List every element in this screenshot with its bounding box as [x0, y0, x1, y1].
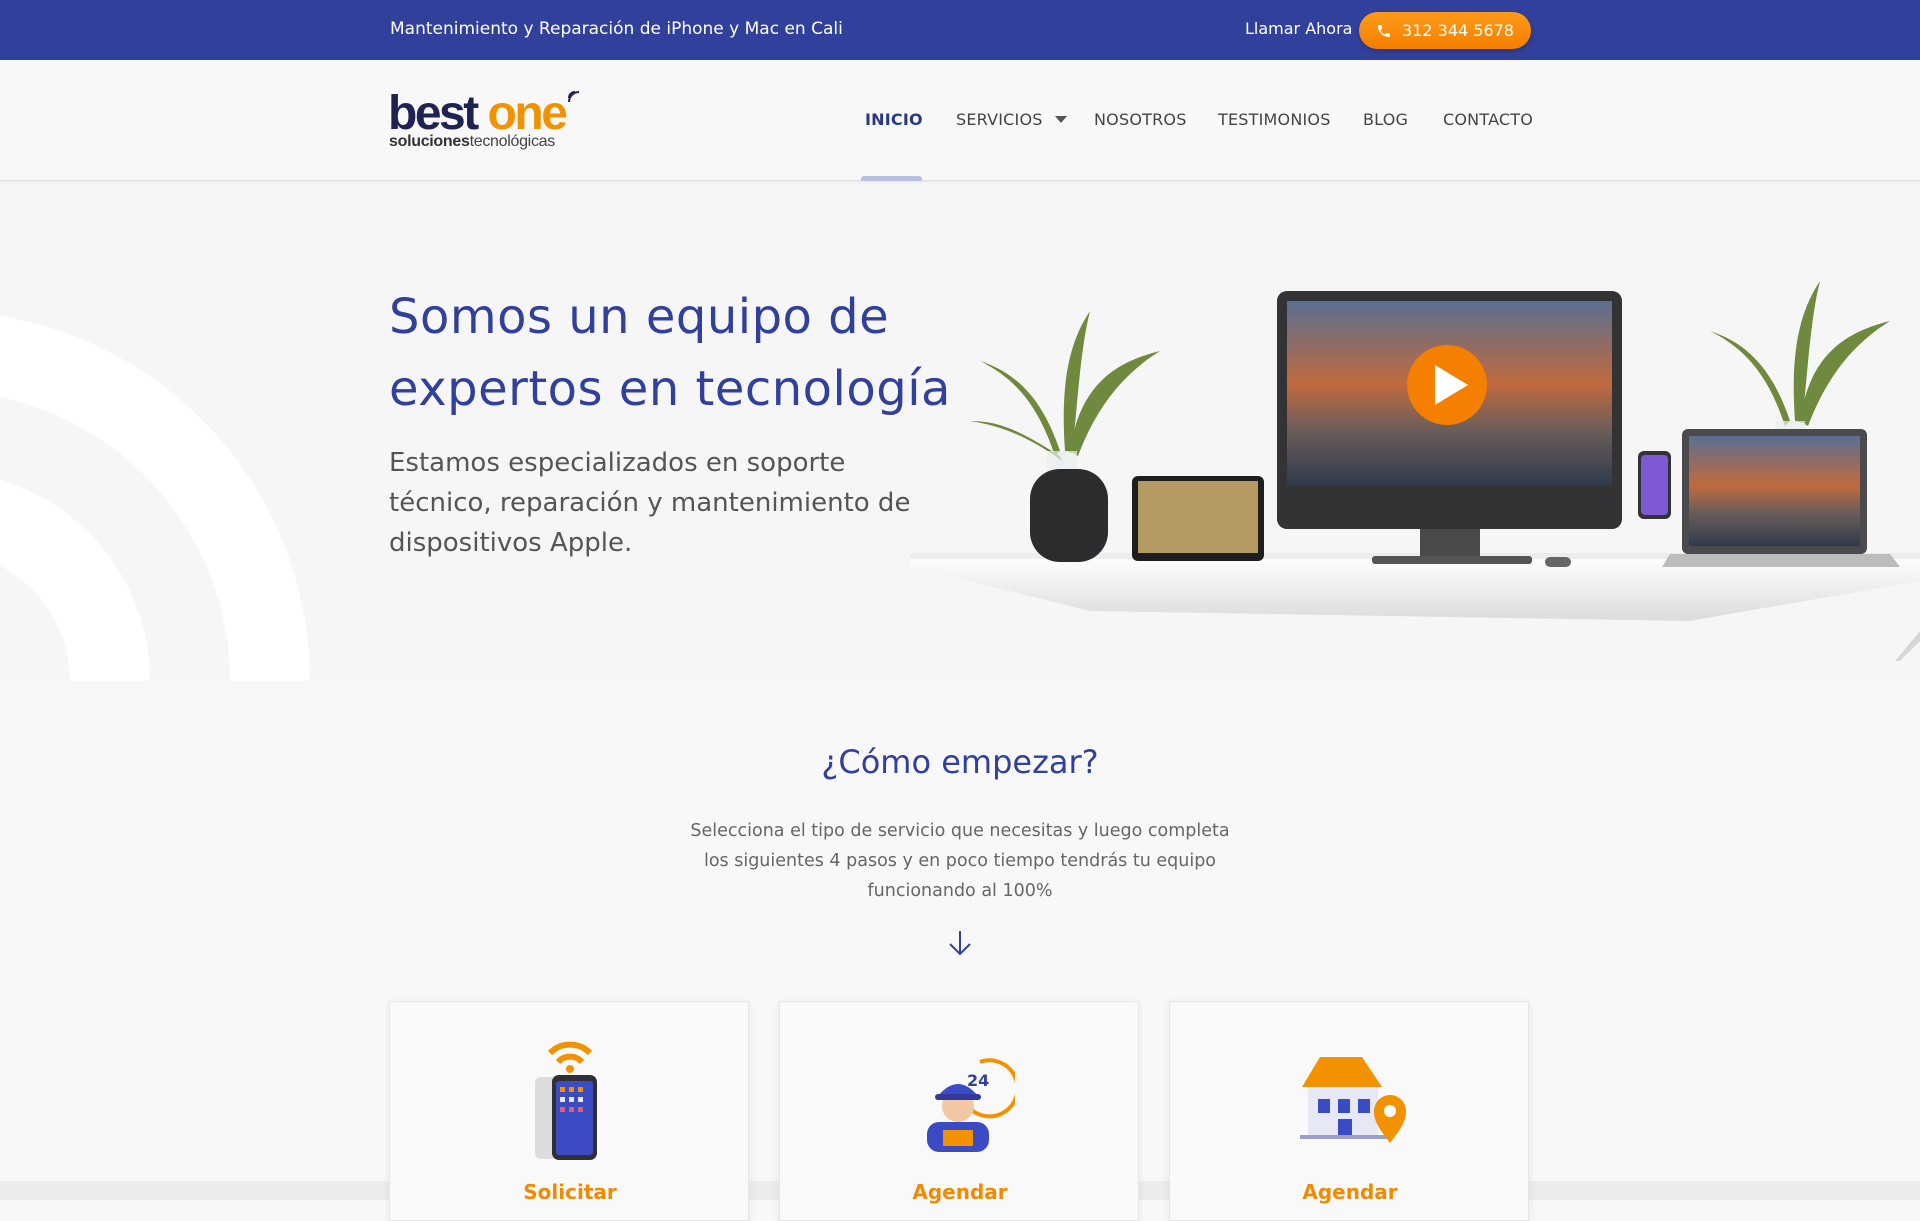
- logo-signal-icon: [568, 91, 580, 103]
- nav-blog[interactable]: BLOG: [1363, 110, 1408, 129]
- card-title: Solicitar: [523, 1180, 617, 1204]
- arrow-down-icon: [949, 931, 971, 956]
- card-title: Agendar: [1302, 1180, 1398, 1204]
- call-now-label: Llamar Ahora: [1245, 19, 1353, 38]
- house-location-icon: [1300, 1057, 1406, 1143]
- top-bar-tagline: Mantenimiento y Reparación de iPhone y M…: [390, 19, 843, 39]
- section-intro: Selecciona el tipo de servicio que neces…: [690, 821, 1230, 901]
- svg-text:24: 24: [967, 1071, 989, 1090]
- service-card-agendar[interactable]: 24 Agendar: [779, 1001, 1139, 1221]
- main-menu: INICIO SERVICIOS NOSOTROS TESTIMONIOS BL…: [0, 110, 1920, 130]
- phone-number: 312 344 5678: [1402, 21, 1514, 40]
- section-title: ¿Cómo empezar?: [821, 743, 1099, 781]
- logo-tagline: solucionestecnológicas: [389, 133, 555, 150]
- nav-nosotros[interactable]: NOSOTROS: [1094, 110, 1187, 129]
- decorative-arcs: [0, 315, 310, 681]
- hero-subtitle: Estamos especializados en soporte técnic…: [389, 448, 911, 558]
- service-card-solicitar[interactable]: Solicitar: [389, 1001, 749, 1221]
- phone-icon: [1378, 24, 1391, 37]
- main-navbar: best one solucionestecnológicas INICIO S…: [0, 60, 1920, 181]
- service-card-agendar-domicilio[interactable]: Agendar: [1169, 1001, 1529, 1221]
- nav-inicio[interactable]: INICIO: [865, 110, 923, 129]
- active-nav-indicator: [861, 176, 922, 181]
- phone-wifi-icon: [535, 1041, 597, 1160]
- apple-devices-illustration: [910, 281, 1920, 661]
- call-phone-button[interactable]: 312 344 5678: [1359, 12, 1531, 49]
- hero-title: Somos un equipo de expertos en tecnologí…: [389, 289, 951, 417]
- chevron-down-icon: [1054, 116, 1067, 123]
- card-title: Agendar: [912, 1180, 1008, 1204]
- nav-servicios[interactable]: SERVICIOS: [956, 110, 1067, 129]
- technician-24h-icon: 24: [927, 1058, 1015, 1152]
- hero-section: Somos un equipo de expertos en tecnologí…: [0, 181, 1920, 681]
- nav-contacto[interactable]: CONTACTO: [1443, 110, 1533, 129]
- top-bar: Mantenimiento y Reparación de iPhone y M…: [0, 0, 1920, 60]
- nav-testimonios[interactable]: TESTIMONIOS: [1218, 110, 1331, 129]
